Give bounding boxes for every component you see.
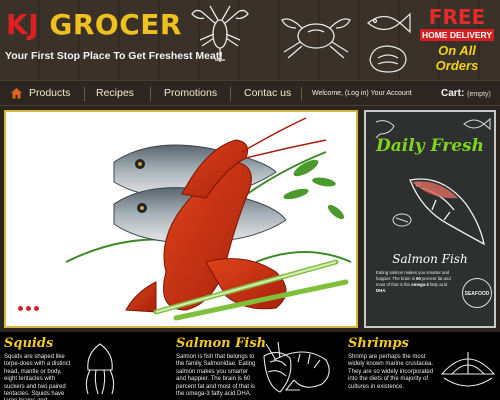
- shrimp-doodle-icon: [375, 120, 395, 138]
- cart-summary[interactable]: Cart: (empty): [441, 81, 491, 106]
- shrimp-drawing-icon: [265, 341, 330, 391]
- crab-doodle-icon: [281, 18, 351, 59]
- nav-item-promotions[interactable]: Promotions: [164, 81, 217, 106]
- free-delivery-promo[interactable]: FREE HOME DELIVERY On All Orders: [416, 6, 498, 73]
- nav-divider: [84, 87, 85, 101]
- seafood-photo: [6, 112, 356, 326]
- squid-drawing-icon: [85, 343, 115, 395]
- nav-divider: [150, 87, 151, 101]
- slider-indicators: [18, 298, 42, 316]
- cart-status: (empty): [467, 91, 491, 98]
- slide-dot[interactable]: [18, 306, 23, 311]
- hero-slider[interactable]: [4, 110, 358, 328]
- slide-dot[interactable]: [34, 306, 39, 311]
- account-links: Welcome, (Log in) Your Account: [312, 81, 412, 106]
- salmon-description: Eating salmon makes you smarter and happ…: [376, 270, 458, 294]
- nav-divider: [301, 87, 302, 101]
- steak-doodle-icon: [369, 45, 407, 73]
- daily-fresh-title: Daily Fresh: [376, 136, 484, 156]
- welcome-text: Welcome, (: [312, 90, 348, 97]
- feature-title: Salmon Fish: [176, 336, 267, 351]
- nav-item-contact[interactable]: Contac us: [244, 81, 291, 106]
- feature-card-squids[interactable]: Squids Squids are shaped like torpe-does…: [0, 332, 125, 400]
- clam-drawing-icon: [440, 352, 496, 387]
- daily-fresh-panel[interactable]: Daily Fresh Salmon Fish Eating salmon ma…: [364, 110, 496, 328]
- featured-products-strip: Squids Squids are shaped like torpe-does…: [0, 332, 500, 400]
- feature-description: Squids are shaped like torpe-does with a…: [4, 354, 71, 400]
- your-account-link[interactable]: Your Account: [371, 90, 412, 97]
- promo-title: FREE: [428, 5, 486, 29]
- site-header: KJ GROCER Your First Stop Place To Get F…: [0, 0, 500, 80]
- seafood-badge: SEAFOOD: [462, 278, 492, 308]
- cart-label: Cart:: [441, 88, 465, 99]
- promo-subtitle: HOME DELIVERY: [420, 29, 494, 41]
- feature-description: Salmon is fish that belongs to the famil…: [176, 354, 256, 398]
- logo-grocer: GROCER: [49, 8, 182, 41]
- home-icon[interactable]: [11, 88, 22, 99]
- site-logo[interactable]: KJ GROCER: [6, 8, 182, 41]
- main-nav: Products Recipes Promotions Contac us We…: [0, 80, 500, 106]
- fish-doodle-icon: [367, 12, 411, 34]
- salmon-bold-part: DHA: [376, 288, 386, 293]
- salmon-text-part: fatty acid: [428, 282, 448, 287]
- fish-doodle-icon: [463, 117, 491, 131]
- salmon-fish-title: Salmon Fish: [392, 252, 468, 266]
- feature-title: Squids: [4, 336, 54, 351]
- nav-item-recipes[interactable]: Recipes: [96, 81, 134, 106]
- feature-title: Shrimps: [348, 336, 409, 351]
- lobster-doodle-icon: [191, 5, 249, 62]
- salmon-fish-drawing: [392, 178, 485, 246]
- feature-description: Shrimp are perhaps the most widely known…: [348, 354, 434, 390]
- promo-tagline: On All Orders: [435, 43, 479, 73]
- slide-dot[interactable]: [26, 306, 31, 311]
- salmon-bold-part: omega-3: [411, 282, 429, 287]
- welcome-close: ): [366, 90, 369, 97]
- salmon-text-part: .: [385, 288, 387, 293]
- feature-card-shrimps[interactable]: Shrimps Shrimp are perhaps the most wide…: [344, 332, 496, 400]
- nav-divider: [230, 87, 231, 101]
- logo-kj: KJ: [6, 8, 40, 41]
- nav-item-products[interactable]: Products: [29, 81, 70, 106]
- login-link[interactable]: Log in: [347, 90, 366, 97]
